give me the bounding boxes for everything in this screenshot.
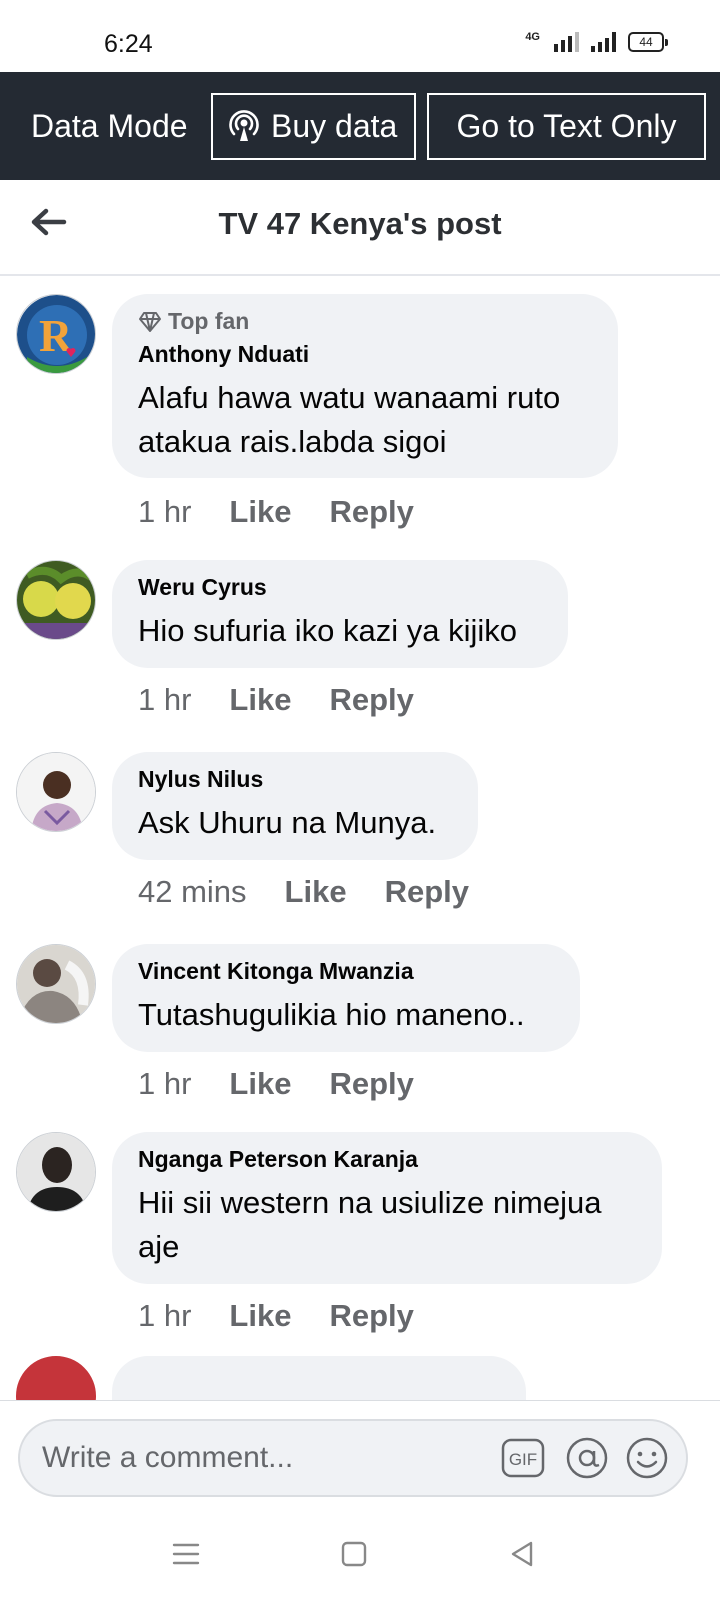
status-time: 6:24 bbox=[104, 30, 153, 58]
page-title: TV 47 Kenya's post bbox=[218, 206, 502, 241]
back-nav-icon[interactable] bbox=[502, 1534, 542, 1574]
comment-author[interactable]: Weru Cyrus bbox=[138, 574, 542, 601]
comment-actions: 1 hr Like Reply bbox=[138, 494, 414, 530]
comment-text: Tutashugulikia hio maneno.. bbox=[138, 997, 525, 1032]
like-button[interactable]: Like bbox=[229, 494, 291, 530]
top-fan-badge: Top fan bbox=[138, 308, 592, 335]
comment-time[interactable]: 1 hr bbox=[138, 682, 191, 718]
avatar-image bbox=[17, 1133, 95, 1211]
comment-bubble[interactable]: Top fan Anthony Nduati Alafu hawa watu w… bbox=[112, 294, 618, 478]
at-sign-icon[interactable] bbox=[564, 1435, 610, 1481]
comment-author[interactable]: Anthony Nduati bbox=[138, 341, 592, 368]
signal-icon-2 bbox=[591, 32, 616, 52]
comment-bubble[interactable]: Weru Cyrus Hio sufuria iko kazi ya kijik… bbox=[112, 560, 568, 668]
comment-author[interactable]: Vincent Kitonga Mwanzia bbox=[138, 958, 554, 985]
comment-text: Ask Uhuru na Munya. bbox=[138, 805, 437, 840]
reply-button[interactable]: Reply bbox=[385, 874, 469, 910]
avatar-image bbox=[17, 753, 95, 831]
comment-bubble[interactable]: Vincent Kitonga Mwanzia Tutashugulikia h… bbox=[112, 944, 580, 1052]
comment-input[interactable]: Write a comment... GIF bbox=[18, 1419, 688, 1497]
avatar[interactable] bbox=[16, 752, 96, 832]
comment-actions: 1 hr Like Reply bbox=[138, 1066, 414, 1102]
comment-text: Alafu hawa watu wanaami ruto atakua rais… bbox=[138, 380, 561, 459]
avatar-image bbox=[17, 945, 95, 1023]
comment-actions: 42 mins Like Reply bbox=[138, 874, 469, 910]
comment-actions: 1 hr Like Reply bbox=[138, 682, 414, 718]
like-button[interactable]: Like bbox=[229, 682, 291, 718]
post-header: TV 47 Kenya's post bbox=[0, 180, 720, 276]
avatar[interactable] bbox=[16, 560, 96, 640]
reply-button[interactable]: Reply bbox=[329, 682, 413, 718]
broadcast-icon bbox=[229, 110, 259, 141]
reply-button[interactable]: Reply bbox=[329, 494, 413, 530]
network-type: 4G bbox=[525, 31, 540, 43]
comment-time[interactable]: 1 hr bbox=[138, 1298, 191, 1334]
signal-icon bbox=[554, 32, 579, 52]
comment-bubble[interactable]: Nylus Nilus Ask Uhuru na Munya. bbox=[112, 752, 478, 860]
status-bar: 6:24 4G 44 bbox=[0, 0, 720, 72]
like-button[interactable]: Like bbox=[285, 874, 347, 910]
avatar-image: R bbox=[17, 295, 95, 373]
diamond-icon bbox=[139, 311, 161, 332]
battery-icon: 44 bbox=[628, 32, 668, 52]
comment-text: Hio sufuria iko kazi ya kijiko bbox=[138, 613, 518, 648]
system-nav-bar bbox=[0, 1508, 720, 1600]
comment-time[interactable]: 1 hr bbox=[138, 1066, 191, 1102]
comment-actions: 1 hr Like Reply bbox=[138, 1298, 414, 1334]
comment-author[interactable]: Nylus Nilus bbox=[138, 766, 452, 793]
comment-bubble[interactable] bbox=[112, 1356, 526, 1400]
reply-button[interactable]: Reply bbox=[329, 1066, 413, 1102]
top-fan-label: Top fan bbox=[168, 308, 250, 334]
data-mode-bar: Data Mode Buy data Go to Text Only bbox=[0, 72, 720, 180]
avatar[interactable]: R bbox=[16, 294, 96, 374]
svg-text:GIF: GIF bbox=[509, 1450, 537, 1469]
comment-author[interactable]: Nganga Peterson Karanja bbox=[138, 1146, 636, 1173]
like-button[interactable]: Like bbox=[229, 1066, 291, 1102]
buy-data-label: Buy data bbox=[271, 107, 398, 144]
text-only-button[interactable]: Go to Text Only bbox=[427, 92, 706, 160]
menu-icon[interactable] bbox=[166, 1534, 206, 1574]
comment-placeholder: Write a comment... bbox=[42, 1441, 294, 1474]
comment-composer: Write a comment... GIF bbox=[0, 1400, 720, 1508]
like-button[interactable]: Like bbox=[229, 1298, 291, 1334]
gif-icon[interactable]: GIF bbox=[500, 1435, 546, 1481]
status-icons: 4G 44 bbox=[525, 31, 668, 52]
avatar[interactable] bbox=[16, 944, 96, 1024]
comment-time[interactable]: 1 hr bbox=[138, 494, 191, 530]
buy-data-button[interactable]: Buy data bbox=[211, 92, 416, 160]
comment-text: Hii sii western na usiulize nimejua aje bbox=[138, 1185, 602, 1264]
svg-text:R: R bbox=[39, 310, 73, 361]
smiley-icon[interactable] bbox=[624, 1435, 670, 1481]
reply-button[interactable]: Reply bbox=[329, 1298, 413, 1334]
data-mode-label: Data Mode bbox=[31, 107, 188, 144]
home-icon[interactable] bbox=[334, 1534, 374, 1574]
avatar[interactable] bbox=[16, 1132, 96, 1212]
avatar[interactable] bbox=[16, 1356, 96, 1400]
comment-bubble[interactable]: Nganga Peterson Karanja Hii sii western … bbox=[112, 1132, 662, 1284]
comment-list: R Top fan Anthony Nduati Alafu hawa watu… bbox=[0, 276, 720, 1400]
comment-time[interactable]: 42 mins bbox=[138, 874, 247, 910]
text-only-label: Go to Text Only bbox=[456, 107, 677, 144]
avatar-image bbox=[17, 561, 95, 639]
